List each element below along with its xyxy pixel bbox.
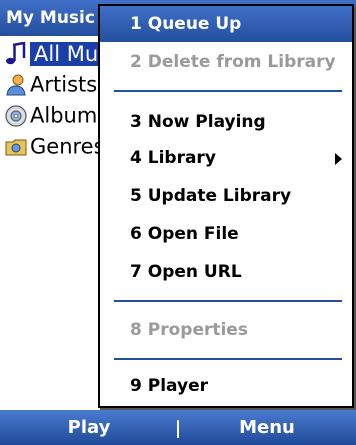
library-list: All Music Artists Albums Genres: [0, 38, 131, 162]
artist-icon: [6, 74, 26, 96]
menu-item-label: 9 Player: [130, 376, 208, 396]
softkey-bar: Play Menu: [0, 410, 356, 445]
library-item-label: Artists: [30, 72, 98, 97]
menu-item-label: 1 Queue Up: [130, 14, 242, 34]
menu-separator: [114, 300, 342, 302]
window-title: My Music: [6, 8, 95, 28]
genre-folder-icon: [5, 139, 27, 156]
library-item-label: Albums: [30, 103, 109, 128]
menu-item-queue-up[interactable]: 1 Queue Up: [100, 6, 352, 42]
library-item-genres[interactable]: Genres: [0, 131, 110, 162]
menu-item-now-playing[interactable]: 3 Now Playing: [100, 104, 352, 140]
library-item-artists[interactable]: Artists: [0, 69, 110, 100]
menu-separator: [114, 90, 342, 92]
library-item-label: Genres: [30, 134, 105, 159]
menu-item-label: 8 Properties: [130, 320, 248, 340]
menu-item-label: 3 Now Playing: [130, 112, 266, 132]
menu-item-label: 6 Open File: [130, 224, 239, 244]
menu-softkey[interactable]: Menu: [178, 410, 356, 445]
album-disc-icon: [5, 105, 27, 127]
library-item-albums[interactable]: Albums: [0, 100, 110, 131]
menu-item-properties: 8 Properties: [100, 312, 352, 348]
menu-item-label: 4 Library: [130, 148, 216, 168]
menu-item-label: 7 Open URL: [130, 262, 242, 282]
menu-item-player[interactable]: 9 Player: [100, 368, 352, 404]
play-softkey[interactable]: Play: [0, 410, 178, 445]
menu-item-open-file[interactable]: 6 Open File: [100, 216, 352, 252]
context-menu: 1 Queue Up 2 Delete from Library 3 Now P…: [98, 4, 354, 408]
library-item-all-music[interactable]: All Music: [0, 38, 131, 69]
menu-item-update-library[interactable]: 5 Update Library: [100, 178, 352, 214]
menu-separator: [114, 358, 342, 360]
menu-item-open-url[interactable]: 7 Open URL: [100, 254, 352, 290]
menu-item-library[interactable]: 4 Library: [100, 140, 352, 176]
menu-item-delete-from-library: 2 Delete from Library: [100, 44, 352, 80]
menu-item-label: 5 Update Library: [130, 186, 292, 206]
menu-item-label: 2 Delete from Library: [130, 52, 336, 72]
submenu-arrow-icon: [335, 153, 342, 165]
music-note-icon: [6, 42, 26, 65]
